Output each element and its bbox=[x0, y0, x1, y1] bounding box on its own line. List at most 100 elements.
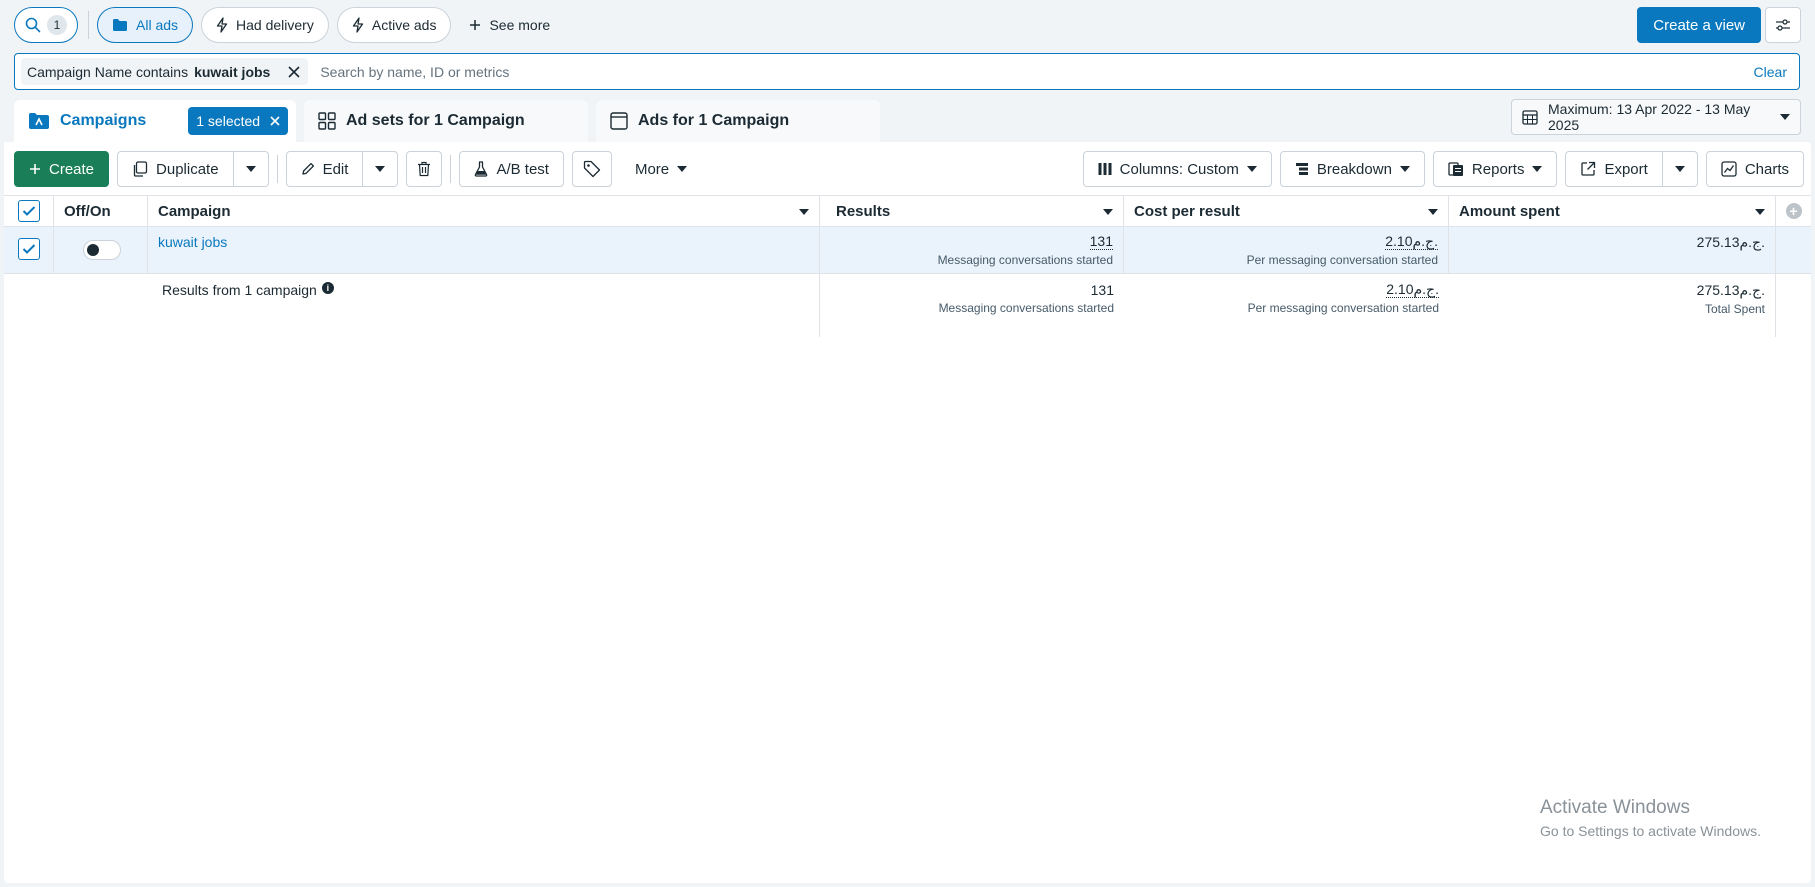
export-dropdown-button[interactable] bbox=[1662, 151, 1698, 187]
add-column-cell: + bbox=[1776, 196, 1811, 226]
charts-label: Charts bbox=[1744, 160, 1789, 178]
flask-icon bbox=[474, 161, 488, 177]
view-label: All ads bbox=[136, 17, 179, 33]
tab-ads[interactable]: Ads for 1 Campaign bbox=[596, 100, 880, 142]
tab-label: Campaigns bbox=[60, 112, 147, 129]
tab-label: Ads for 1 Campaign bbox=[638, 112, 790, 129]
create-button[interactable]: Create bbox=[14, 151, 110, 187]
search-icon bbox=[25, 17, 41, 33]
search-filter-button[interactable]: 1 bbox=[14, 7, 78, 43]
columns-button[interactable]: Columns: Custom bbox=[1082, 151, 1272, 187]
summary-amount-type: Total Spent bbox=[1704, 302, 1765, 316]
ab-test-button[interactable]: A/B test bbox=[459, 151, 564, 187]
more-button[interactable]: More bbox=[619, 151, 703, 187]
header-campaign[interactable]: Campaign bbox=[148, 196, 820, 226]
tab-campaigns[interactable]: Campaigns 1 selected bbox=[14, 100, 296, 142]
columns-icon bbox=[1098, 162, 1112, 176]
row-spacer-cell bbox=[1776, 227, 1811, 273]
sliders-icon bbox=[1775, 18, 1791, 32]
campaigns-table: Off/On Campaign Results Cost per result … bbox=[4, 195, 1811, 337]
edit-button[interactable]: Edit bbox=[285, 151, 364, 187]
header-results[interactable]: Results bbox=[820, 196, 1124, 226]
summary-results-value: 131 bbox=[1090, 282, 1114, 298]
table-row[interactable]: kuwait jobs 131 Messaging conversations … bbox=[4, 227, 1811, 274]
view-had-delivery[interactable]: Had delivery bbox=[201, 7, 329, 43]
divider bbox=[88, 11, 89, 39]
date-range-label: Maximum: 13 Apr 2022 - 13 May 2025 bbox=[1548, 101, 1751, 133]
edit-dropdown-button[interactable] bbox=[363, 151, 399, 187]
see-more-button[interactable]: See more bbox=[459, 17, 560, 33]
breakdown-button[interactable]: Breakdown bbox=[1279, 151, 1425, 187]
export-button[interactable]: Export bbox=[1565, 151, 1663, 187]
campaigns-panel: Create Duplicate Edit A/B test More Colu… bbox=[4, 142, 1811, 883]
select-all-checkbox[interactable] bbox=[17, 200, 40, 222]
filter-chip[interactable]: Campaign Name contains kuwait jobs bbox=[21, 58, 309, 85]
plus-icon bbox=[29, 163, 41, 175]
clear-filters-link[interactable]: Clear bbox=[1748, 64, 1793, 80]
breakdown-label: Breakdown bbox=[1316, 160, 1392, 178]
date-range-picker[interactable]: Maximum: 13 Apr 2022 - 13 May 2025 bbox=[1511, 99, 1801, 135]
create-view-button[interactable]: Create a view bbox=[1637, 7, 1761, 43]
selected-count-badge[interactable]: 1 selected bbox=[188, 107, 289, 135]
create-label: Create bbox=[49, 160, 95, 178]
header-label: Campaign bbox=[158, 202, 231, 220]
duplicate-button[interactable]: Duplicate bbox=[117, 151, 234, 187]
line-chart-icon bbox=[1721, 161, 1737, 177]
more-label: More bbox=[634, 160, 670, 178]
summary-cost-value[interactable]: 2.10ج.م. bbox=[1386, 282, 1439, 298]
summary-cost-cell: 2.10ج.م. Per messaging conversation star… bbox=[1124, 274, 1449, 337]
view-settings-button[interactable] bbox=[1765, 7, 1801, 43]
folder-icon bbox=[112, 18, 128, 32]
results-type: Messaging conversations started bbox=[937, 253, 1113, 267]
reports-button[interactable]: Reports bbox=[1432, 151, 1558, 187]
charts-button[interactable]: Charts bbox=[1705, 151, 1804, 187]
row-cost-cell: 2.10ج.م. Per messaging conversation star… bbox=[1124, 227, 1449, 273]
table-header-row: Off/On Campaign Results Cost per result … bbox=[4, 195, 1811, 227]
chevron-down-icon bbox=[1532, 166, 1543, 172]
sort-caret-icon[interactable] bbox=[1755, 209, 1765, 215]
delivery-toggle[interactable] bbox=[83, 240, 121, 260]
sort-caret-icon[interactable] bbox=[1103, 209, 1113, 215]
filter-chip-value: kuwait jobs bbox=[194, 63, 271, 80]
chevron-down-icon bbox=[375, 166, 386, 172]
edit-label: Edit bbox=[322, 160, 349, 178]
summary-amount-cell: 275.13ج.م. Total Spent bbox=[1449, 274, 1776, 337]
sort-caret-icon[interactable] bbox=[1428, 209, 1438, 215]
search-input[interactable] bbox=[320, 63, 1748, 80]
header-cost-per-result[interactable]: Cost per result bbox=[1124, 196, 1449, 226]
duplicate-label: Duplicate bbox=[156, 160, 219, 178]
duplicate-dropdown-button[interactable] bbox=[233, 151, 269, 187]
chevron-down-icon bbox=[1399, 166, 1410, 172]
header-off-on: Off/On bbox=[54, 196, 148, 226]
export-group: Export bbox=[1565, 151, 1698, 187]
campaign-name-link[interactable]: kuwait jobs bbox=[158, 234, 227, 250]
results-value[interactable]: 131 bbox=[1089, 234, 1113, 250]
tab-ad-sets[interactable]: Ad sets for 1 Campaign bbox=[304, 100, 588, 142]
view-active-ads[interactable]: Active ads bbox=[336, 7, 452, 43]
summary-results-type: Messaging conversations started bbox=[938, 301, 1114, 315]
row-select-cell bbox=[4, 227, 54, 273]
view-all-ads[interactable]: All ads bbox=[97, 7, 194, 43]
chevron-down-icon bbox=[245, 166, 256, 172]
sort-caret-icon[interactable] bbox=[799, 209, 809, 215]
reports-label: Reports bbox=[1471, 160, 1525, 178]
delete-button[interactable] bbox=[406, 151, 443, 187]
row-amount-cell: 275.13ج.م. bbox=[1449, 227, 1776, 273]
chevron-down-icon bbox=[1246, 166, 1257, 172]
ad-sets-grid-icon bbox=[318, 112, 336, 130]
row-results-cell: 131 Messaging conversations started bbox=[820, 227, 1124, 273]
filter-chip-prefix: Campaign Name contains bbox=[27, 63, 189, 80]
chevron-down-icon bbox=[1780, 114, 1790, 120]
header-amount-spent[interactable]: Amount spent bbox=[1449, 196, 1776, 226]
row-campaign-cell: kuwait jobs bbox=[148, 227, 820, 273]
close-icon[interactable] bbox=[288, 65, 300, 78]
amount-value: 275.13ج.م. bbox=[1696, 234, 1765, 250]
info-icon[interactable]: i bbox=[321, 282, 334, 294]
row-checkbox[interactable] bbox=[17, 238, 40, 260]
add-column-icon[interactable]: + bbox=[1785, 203, 1802, 219]
export-label: Export bbox=[1604, 160, 1648, 178]
tag-button[interactable] bbox=[571, 151, 612, 187]
cost-value[interactable]: 2.10ج.م. bbox=[1385, 234, 1438, 250]
close-icon[interactable] bbox=[270, 116, 280, 126]
summary-cost-type: Per messaging conversation started bbox=[1247, 301, 1439, 315]
